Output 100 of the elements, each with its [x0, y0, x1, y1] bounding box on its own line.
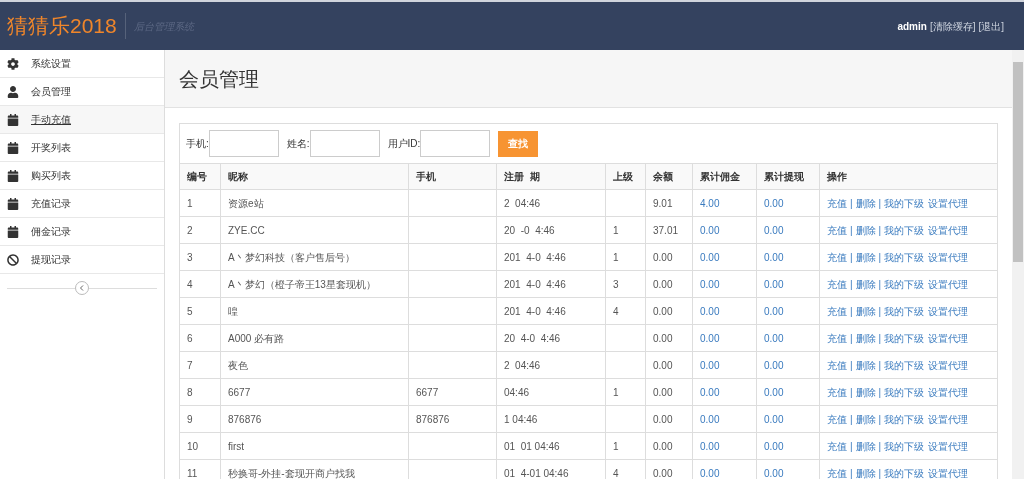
- table-cell-text: 4: [613, 304, 619, 319]
- action-link[interactable]: 设置代理: [928, 330, 969, 346]
- table-cell-text: 37.01: [653, 223, 679, 238]
- action-link[interactable]: 充值: [827, 384, 847, 400]
- input-field[interactable]: [208, 130, 279, 157]
- action-link[interactable]: 充值: [827, 357, 847, 373]
- sidebar-item[interactable]: 系统设置: [0, 50, 164, 78]
- table-cell-text: first: [228, 439, 245, 454]
- action-link[interactable]: 充值: [827, 276, 847, 292]
- action-link[interactable]: 设置代理: [928, 276, 969, 292]
- action-link[interactable]: 删除: [855, 357, 876, 373]
- separator: |: [850, 277, 853, 292]
- separator: |: [878, 223, 882, 238]
- calendar-icon: [7, 225, 19, 238]
- sidebar-item[interactable]: 开奖列表: [0, 134, 164, 162]
- separator: |: [878, 358, 882, 373]
- table-cell-text: 0.00: [653, 277, 673, 292]
- action-link[interactable]: 删除: [855, 303, 876, 319]
- table-cell-text: 6: [187, 331, 193, 346]
- table-cell-text: 1: [613, 439, 619, 454]
- action-link[interactable]: 我的下级: [884, 411, 925, 427]
- action-link[interactable]: 设置代理: [928, 384, 969, 400]
- action-link[interactable]: 设置代理: [928, 357, 969, 373]
- action-link[interactable]: 删除: [855, 222, 876, 238]
- action-link[interactable]: 设置代理: [928, 465, 969, 479]
- table-cell-text: 秒换哥-外挂-套现开商户找我: [228, 466, 355, 479]
- separator: |: [850, 331, 853, 346]
- action-link[interactable]: 删除: [855, 195, 876, 211]
- table-cell-text: 0.00: [653, 439, 673, 454]
- username: admin: [897, 19, 927, 34]
- table-cell-text: 1 04:46: [504, 412, 538, 427]
- table-cell-text: 0.00: [764, 250, 784, 265]
- action-link[interactable]: 充值: [827, 465, 847, 479]
- table-cell-text: 20 4-0 4:46: [504, 331, 561, 346]
- input-field[interactable]: [309, 130, 380, 157]
- action-link[interactable]: 我的下级: [884, 249, 925, 265]
- action-link[interactable]: 充值: [827, 249, 847, 265]
- table-cell-text: 0.00: [764, 304, 784, 319]
- page-title: 会员管理: [179, 66, 259, 92]
- table-cell-text: 6677: [416, 385, 439, 400]
- sidebar-item[interactable]: 佣金记录: [0, 218, 164, 246]
- table-cell-text: 4.00: [700, 196, 720, 211]
- action-link[interactable]: 删除: [855, 465, 876, 479]
- table-cell-text: 0.00: [764, 277, 784, 292]
- action-link[interactable]: 充值: [827, 438, 847, 454]
- sidebar-item[interactable]: 提现记录: [0, 246, 164, 274]
- action-link[interactable]: 删除: [855, 276, 876, 292]
- separator: |: [878, 439, 882, 454]
- action-link[interactable]: 我的下级: [884, 330, 925, 346]
- header-link[interactable]: [退出]: [978, 18, 1004, 34]
- separator: |: [878, 331, 882, 346]
- action-link[interactable]: 设置代理: [928, 195, 969, 211]
- sidebar-item[interactable]: 购买列表: [0, 162, 164, 190]
- action-link[interactable]: 设置代理: [928, 249, 969, 265]
- action-link[interactable]: 我的下级: [884, 384, 925, 400]
- action-link[interactable]: 删除: [855, 330, 876, 346]
- user-icon: [7, 85, 19, 98]
- action-link[interactable]: 我的下级: [884, 222, 925, 238]
- input-field[interactable]: [420, 130, 491, 157]
- action-link[interactable]: 我的下级: [884, 357, 925, 373]
- action-link[interactable]: 充值: [827, 222, 847, 238]
- action-link[interactable]: 充值: [827, 195, 847, 211]
- action-link[interactable]: 我的下级: [884, 438, 925, 454]
- action-link[interactable]: 我的下级: [884, 276, 925, 292]
- header-link[interactable]: [清除缓存]: [929, 18, 976, 34]
- action-link[interactable]: 设置代理: [928, 411, 969, 427]
- action-link[interactable]: 设置代理: [928, 222, 969, 238]
- action-link[interactable]: 充值: [827, 411, 847, 427]
- action-link[interactable]: 充值: [827, 303, 847, 319]
- action-link[interactable]: 删除: [855, 249, 876, 265]
- table-cell-text: 01 4-01 04:46: [504, 466, 569, 479]
- table-cell-text: 0.00: [700, 385, 720, 400]
- action-link[interactable]: 删除: [855, 438, 876, 454]
- sidebar-item[interactable]: 充值记录: [0, 190, 164, 218]
- table-cell-text: 0.00: [700, 412, 720, 427]
- table-cell-text: 201 4-0 4:46: [504, 304, 566, 319]
- action-link[interactable]: 我的下级: [884, 195, 925, 211]
- sidebar-item[interactable]: 手动充值: [0, 106, 164, 134]
- separator: |: [878, 466, 882, 479]
- action-link[interactable]: 设置代理: [928, 303, 969, 319]
- column-header: 操作: [819, 164, 999, 189]
- table-cell-text: A000 必有路: [228, 331, 285, 346]
- table-cell-text: 2 04:46: [504, 358, 541, 373]
- table-cell-text: 876876: [416, 412, 450, 427]
- collapse-button[interactable]: [75, 281, 89, 295]
- table-cell-text: 4: [613, 466, 619, 479]
- separator: |: [850, 385, 853, 400]
- action-link[interactable]: 删除: [855, 384, 876, 400]
- table-cell-text: 0.00: [653, 304, 673, 319]
- action-link[interactable]: 删除: [855, 411, 876, 427]
- table-cell-text: 1: [613, 250, 619, 265]
- action-link[interactable]: 我的下级: [884, 303, 925, 319]
- table-cell-text: 5: [187, 304, 193, 319]
- action-link[interactable]: 设置代理: [928, 438, 969, 454]
- table-cell-text: 9.01: [653, 196, 673, 211]
- table-cell-text: 11: [187, 466, 198, 479]
- action-link[interactable]: 充值: [827, 330, 847, 346]
- column-header: 余额: [645, 164, 692, 189]
- action-link[interactable]: 我的下级: [884, 465, 925, 479]
- table-cell-text: 1: [613, 385, 619, 400]
